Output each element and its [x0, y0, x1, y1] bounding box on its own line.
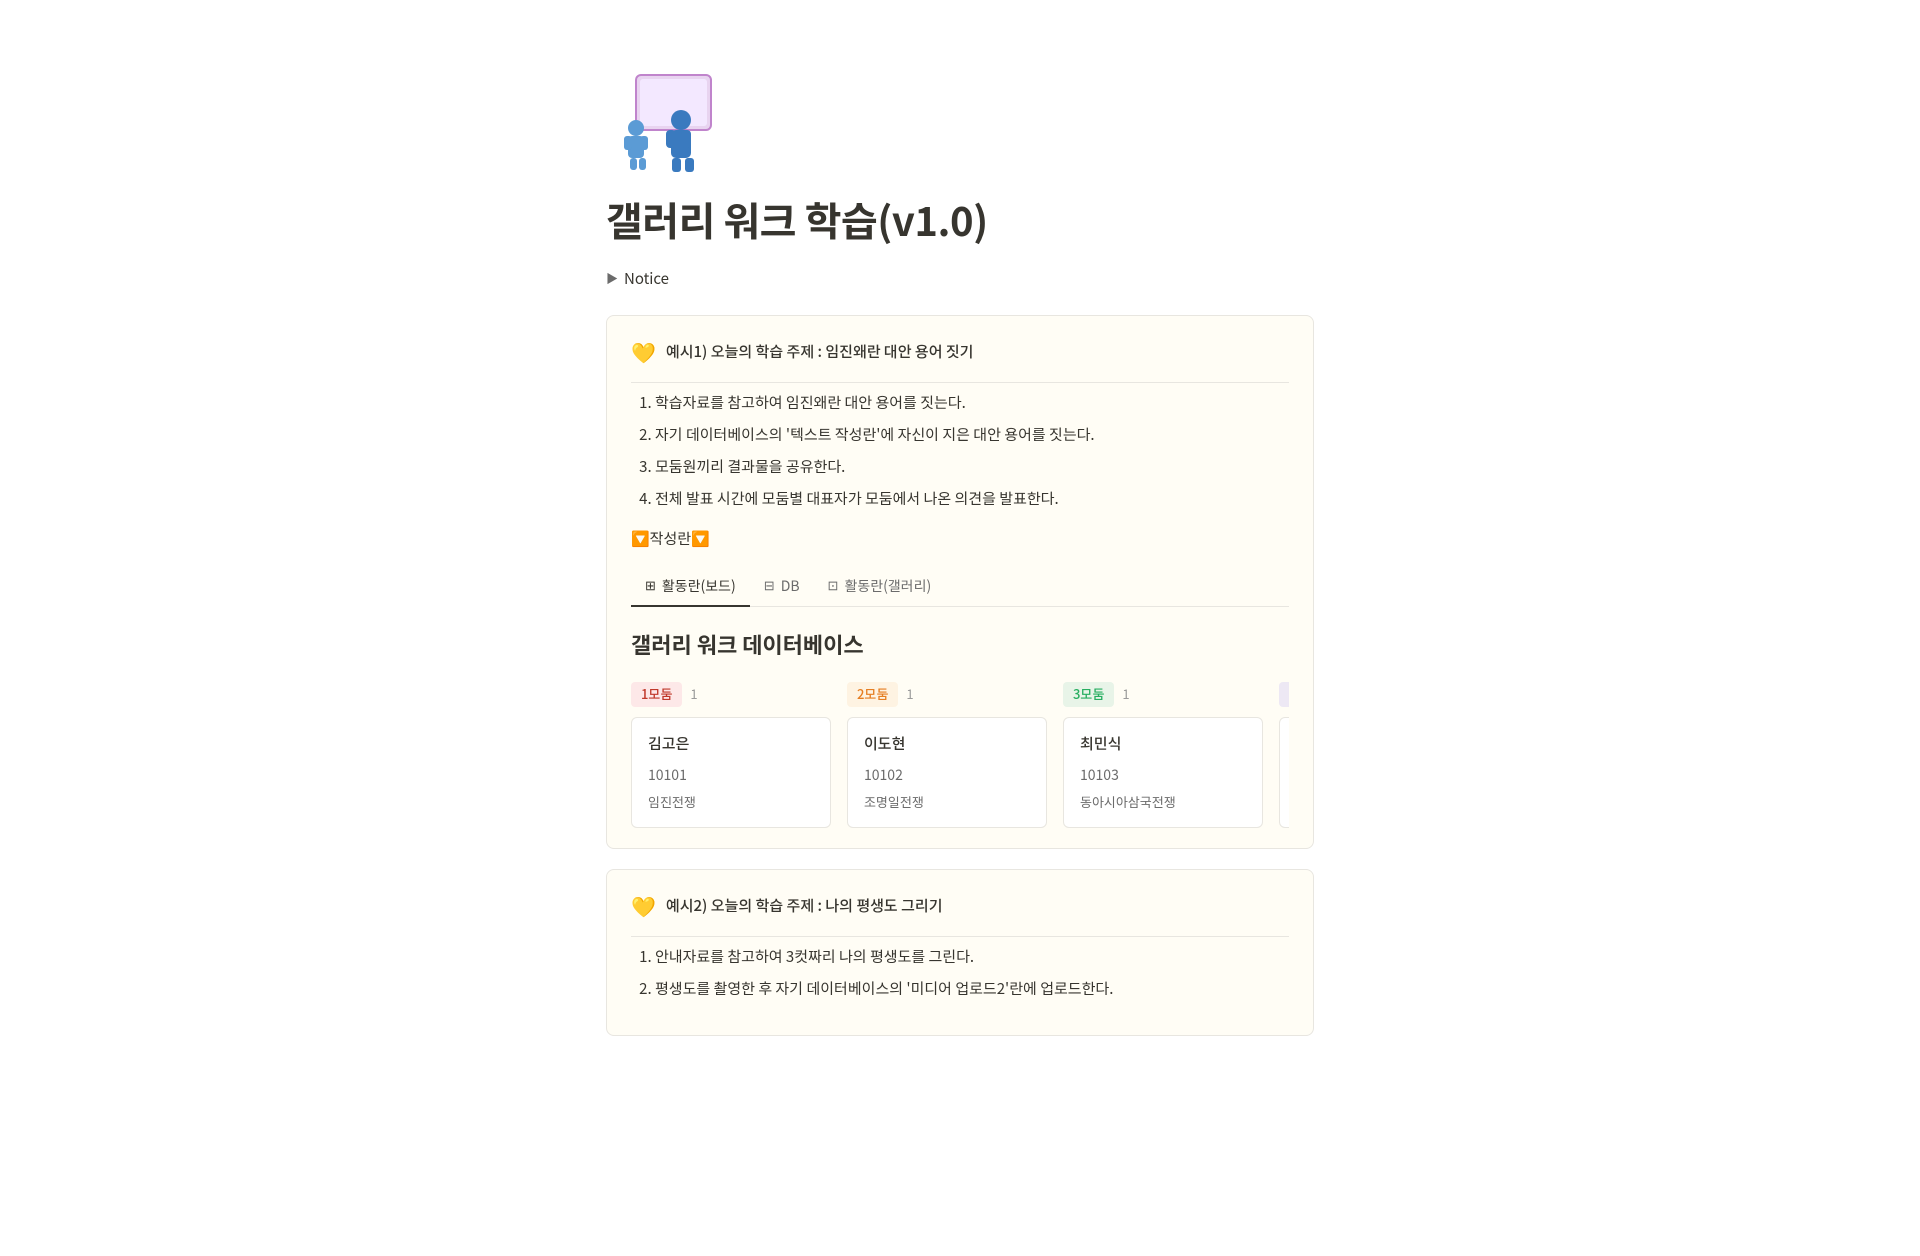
- col3-count: 1: [1122, 684, 1129, 705]
- card-2-1-number: 10102: [864, 764, 1030, 786]
- example1-step-1: 학습자료를 참고하여 임진왜란 대안 용어를 짓는다.: [655, 391, 1289, 415]
- example2-emoji: 💛: [631, 890, 656, 922]
- gallery-icon: ⊡: [828, 575, 839, 596]
- example2-block: 💛 예시2) 오늘의 학습 주제 : 나의 평생도 그리기 안내자료를 참고하여…: [606, 869, 1314, 1036]
- notice-arrow: ▶: [606, 269, 618, 288]
- card-1-1-tag: 임진전쟁: [648, 792, 814, 813]
- db-title: 갤러리 워크 데이터베이스: [631, 627, 1289, 662]
- example1-step-3: 모둠원끼리 결과물을 공유한다.: [655, 455, 1289, 479]
- page-container: 갤러리 워크 학습(v1.0) ▶ Notice 💛 예시1) 오늘의 학습 주…: [510, 0, 1410, 1256]
- example1-steps: 학습자료를 참고하여 임진왜란 대안 용어를 짓는다. 자기 데이터베이스의 '…: [631, 391, 1289, 511]
- page-title: 갤러리 워크 학습(v1.0): [606, 187, 1314, 251]
- example1-step-2: 자기 데이터베이스의 '텍스트 작성란'에 자신이 지은 대안 용어를 짓는다.: [655, 423, 1289, 447]
- card-3-1-name: 최민식: [1080, 732, 1246, 756]
- board-icon: ⊞: [645, 575, 656, 596]
- card-3-1-number: 10103: [1080, 764, 1246, 786]
- kanban-column-3: 3모둠 1 최민식 10103 동아시아삼국전쟁: [1063, 682, 1263, 828]
- col2-header: 2모둠 1: [847, 682, 1047, 707]
- example2-step-2: 평생도를 촬영한 후 자기 데이터베이스의 '미디어 업로드2'란에 업로드한다…: [655, 977, 1289, 1001]
- col4-header: 4모둠 1: [1279, 682, 1289, 707]
- kanban-board: 1모둠 1 김고은 10101 임진전쟁 2모둠 1 이도현 10102: [631, 682, 1289, 828]
- example2-divider: [631, 936, 1289, 937]
- example1-divider: [631, 382, 1289, 383]
- db-icon: ⊟: [764, 575, 775, 596]
- col1-count: 1: [690, 684, 697, 705]
- writing-link[interactable]: 🔽작성란🔽: [631, 527, 710, 551]
- card-2-1-tag: 조명일전쟁: [864, 792, 1030, 813]
- card-1-1-number: 10101: [648, 764, 814, 786]
- card-4-1[interactable]: 유해진 10104 1592전쟁: [1279, 717, 1289, 828]
- example1-step-4: 전체 발표 시간에 모둠별 대표자가 모둠에서 나온 의견을 발표한다.: [655, 487, 1289, 511]
- kanban-column-4: 4모둠 1 유해진 10104 1592전쟁: [1279, 682, 1289, 828]
- card-3-1-tag: 동아시아삼국전쟁: [1080, 792, 1246, 813]
- example1-header: 💛 예시1) 오늘의 학습 주제 : 임진왜란 대안 용어 짓기: [631, 336, 1289, 368]
- col2-badge: 2모둠: [847, 682, 898, 707]
- card-1-1[interactable]: 김고은 10101 임진전쟁: [631, 717, 831, 828]
- page-icon: [606, 60, 1314, 187]
- col4-badge: 4모둠: [1279, 682, 1289, 707]
- card-2-1[interactable]: 이도현 10102 조명일전쟁: [847, 717, 1047, 828]
- kanban-column-1: 1모둠 1 김고은 10101 임진전쟁: [631, 682, 831, 828]
- col1-header: 1모둠 1: [631, 682, 831, 707]
- tab-board[interactable]: ⊞ 활동란(보드): [631, 567, 750, 607]
- kanban-column-2: 2모둠 1 이도현 10102 조명일전쟁: [847, 682, 1047, 828]
- col1-badge: 1모둠: [631, 682, 682, 707]
- card-3-1[interactable]: 최민식 10103 동아시아삼국전쟁: [1063, 717, 1263, 828]
- col2-count: 1: [906, 684, 913, 705]
- example1-block: 💛 예시1) 오늘의 학습 주제 : 임진왜란 대안 용어 짓기 학습자료를 참…: [606, 315, 1314, 850]
- col3-header: 3모둠 1: [1063, 682, 1263, 707]
- notice-toggle[interactable]: ▶ Notice: [606, 267, 1314, 291]
- example2-step-1: 안내자료를 참고하여 3컷짜리 나의 평생도를 그린다.: [655, 945, 1289, 969]
- notice-label: Notice: [624, 267, 669, 291]
- example1-emoji: 💛: [631, 336, 656, 368]
- example2-header: 💛 예시2) 오늘의 학습 주제 : 나의 평생도 그리기: [631, 890, 1289, 922]
- tabs-container: ⊞ 활동란(보드) ⊟ DB ⊡ 활동란(갤러리): [631, 567, 1289, 607]
- example1-title: 예시1) 오늘의 학습 주제 : 임진왜란 대안 용어 짓기: [666, 340, 974, 364]
- tab-db-label: DB: [781, 575, 800, 597]
- example2-steps: 안내자료를 참고하여 3컷짜리 나의 평생도를 그린다. 평생도를 촬영한 후 …: [631, 945, 1289, 1001]
- tab-gallery-label: 활동란(갤러리): [844, 575, 931, 597]
- tab-board-label: 활동란(보드): [662, 575, 736, 597]
- col3-badge: 3모둠: [1063, 682, 1114, 707]
- card-1-1-name: 김고은: [648, 732, 814, 756]
- tab-gallery[interactable]: ⊡ 활동란(갤러리): [814, 567, 946, 607]
- tab-db[interactable]: ⊟ DB: [750, 567, 814, 607]
- example2-title: 예시2) 오늘의 학습 주제 : 나의 평생도 그리기: [666, 894, 943, 918]
- card-2-1-name: 이도현: [864, 732, 1030, 756]
